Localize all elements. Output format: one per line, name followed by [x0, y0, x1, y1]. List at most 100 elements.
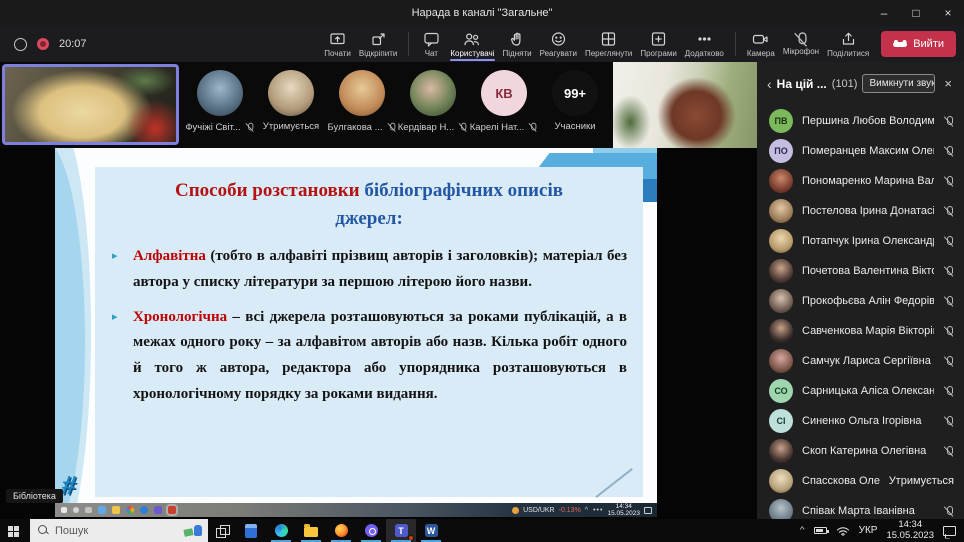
participants-overflow[interactable]: 99+ Учасники: [542, 70, 608, 132]
teams-meeting-window: Нарада в каналі "Загальне" – □ × 20:07 П…: [0, 0, 964, 542]
slide-bullets: ▸ Алфавітна (тобто в алфавіті прізвищ ав…: [111, 244, 627, 408]
participant-row[interactable]: Спасскова Олена Наталіїв... Утримується: [757, 466, 964, 496]
strip-avatar[interactable]: Кердівар Н...: [400, 70, 466, 133]
people-button[interactable]: Користувачі: [446, 27, 498, 61]
action-center-icon[interactable]: [943, 526, 956, 536]
shared-taskbar-icons: [61, 506, 176, 514]
more-button[interactable]: Додатково: [681, 27, 728, 61]
back-chevron-icon[interactable]: ‹: [767, 79, 772, 89]
participants-list[interactable]: ПВ Першина Любов Володимирівна ПО Помера…: [757, 106, 964, 519]
avatar: [769, 349, 793, 373]
taskbar-app-firefox[interactable]: [326, 519, 356, 542]
language-indicator[interactable]: УКР: [859, 525, 878, 536]
firefox-icon: [335, 524, 348, 537]
leave-button[interactable]: Вийти: [881, 31, 956, 57]
taskbar-app-edge[interactable]: [266, 519, 296, 542]
avatar: [769, 289, 793, 313]
strip-avatar[interactable]: Булгакова ...: [329, 70, 395, 133]
self-video-tile[interactable]: [613, 62, 757, 148]
mic-muted-icon: [943, 235, 954, 247]
recording-icon: [37, 38, 49, 50]
mic-muted-icon: [943, 505, 954, 517]
tray-chevron-icon[interactable]: ^: [800, 526, 805, 535]
mic-muted-icon: [794, 30, 809, 46]
panel-close-icon[interactable]: ×: [940, 76, 956, 91]
participant-row[interactable]: ПО Померанцев Максим Олександ...: [757, 136, 964, 166]
start-share-button[interactable]: Почати: [320, 27, 355, 61]
participant-status: Утримується: [889, 475, 954, 487]
mute-all-button[interactable]: Вимкнути звук д...: [862, 74, 935, 93]
participant-row[interactable]: Прокофьєва Алін Федорівна: [757, 286, 964, 316]
edge-icon: [275, 524, 288, 537]
avatar: ПВ: [769, 109, 793, 133]
taskbar-search[interactable]: Пошук: [30, 519, 208, 542]
microphone-button[interactable]: Мікрофон: [779, 27, 823, 61]
participant-row[interactable]: Потапчук Ірина Олександрівна: [757, 226, 964, 256]
slide-content-box: Способи розстановки бібліографічних опис…: [95, 167, 643, 497]
system-tray: ^ УКР 14:34 15.05.2023: [800, 520, 964, 541]
photos-icon: [112, 506, 120, 514]
task-view-button[interactable]: [208, 519, 236, 542]
slide-hashtag-logo: #: [62, 470, 76, 501]
maximize-button[interactable]: □: [900, 0, 932, 26]
apps-button[interactable]: Програми: [636, 27, 680, 61]
strip-avatar[interactable]: Утримується: [258, 70, 324, 132]
presentation-slide: Способи розстановки бібліографічних опис…: [55, 148, 657, 503]
start-button[interactable]: [0, 519, 30, 542]
participant-row[interactable]: Почетова Валентина Вікторівна: [757, 256, 964, 286]
react-button[interactable]: Реагувати: [536, 27, 581, 61]
search-icon: [38, 525, 49, 536]
active-speaker-tile[interactable]: [2, 64, 179, 145]
taskbar-app-file-explorer[interactable]: [296, 519, 326, 542]
participant-avatars-row: Фучіжі Світ... Утримується Булгакова ...…: [182, 62, 613, 148]
window-titlebar: Нарада в каналі "Загальне" – □ ×: [0, 0, 964, 26]
wifi-icon[interactable]: [836, 526, 850, 536]
participant-row[interactable]: Постелова Ірина Донатасівна: [757, 196, 964, 226]
teams-icon: [395, 524, 408, 537]
share-up-icon: [840, 31, 857, 47]
ticker-change: -0.13%: [559, 507, 581, 514]
participant-row[interactable]: Савченкова Марія Вікторівна: [757, 316, 964, 346]
view-button[interactable]: Переглянути: [581, 27, 636, 61]
share-button[interactable]: Поділитися: [823, 27, 873, 61]
window-title: Нарада в каналі "Загальне": [412, 7, 553, 19]
camera-button[interactable]: Камера: [743, 27, 779, 61]
avatar: [197, 70, 243, 116]
raise-hand-button[interactable]: Підняти: [499, 27, 536, 61]
chrome-icon: [126, 506, 134, 514]
calculator-icon: [245, 524, 257, 538]
participant-row[interactable]: Пономаренко Марина Валенти...: [757, 166, 964, 196]
mic-muted-icon: [943, 325, 954, 337]
participant-row[interactable]: СО Сарницька Аліса Олександрівна: [757, 376, 964, 406]
viber-icon: [365, 524, 378, 537]
mic-muted-icon: [386, 122, 395, 132]
mic-muted-icon: [943, 355, 954, 367]
participant-row[interactable]: СІ Синенко Ольга Ігорівна: [757, 406, 964, 436]
participant-row[interactable]: Співак Марта Іванівна: [757, 496, 964, 519]
taskbar-app-teams[interactable]: [386, 519, 416, 542]
powerpoint-icon: [168, 506, 176, 514]
close-button[interactable]: ×: [932, 0, 964, 26]
strip-avatar[interactable]: Фучіжі Світ...: [187, 70, 253, 133]
participant-row[interactable]: Самчук Лариса Сергіївна: [757, 346, 964, 376]
avatar: [769, 469, 793, 493]
taskbar-app-calculator[interactable]: [236, 519, 266, 542]
panel-title: На цій ...: [777, 77, 827, 91]
mic-muted-icon: [528, 122, 537, 132]
battery-icon[interactable]: [814, 527, 827, 534]
tray-chevron-icon: ^: [585, 507, 589, 514]
participant-row[interactable]: Скоп Катерина Олегівна: [757, 436, 964, 466]
presenter-name-tag: Бібліотека: [6, 489, 63, 503]
taskbar-app-viber[interactable]: [356, 519, 386, 542]
shared-taskbar-tray: USD/UKR -0.13% ^ ••• 14:34 15.05.2023: [512, 503, 657, 517]
unpin-icon: [370, 31, 387, 47]
windows-taskbar: Пошук ^ УКР 14:34 15.05.2023: [0, 519, 964, 542]
unpin-button[interactable]: Відкріпити: [355, 27, 401, 61]
taskbar-clock[interactable]: 14:34 15.05.2023: [886, 520, 934, 541]
strip-avatar[interactable]: КВ Карелі Нат...: [471, 70, 537, 133]
chat-button[interactable]: Чат: [416, 27, 446, 61]
taskbar-app-word[interactable]: [416, 519, 446, 542]
minimize-button[interactable]: –: [868, 0, 900, 26]
avatar: [769, 229, 793, 253]
participant-row[interactable]: ПВ Першина Любов Володимирівна: [757, 106, 964, 136]
